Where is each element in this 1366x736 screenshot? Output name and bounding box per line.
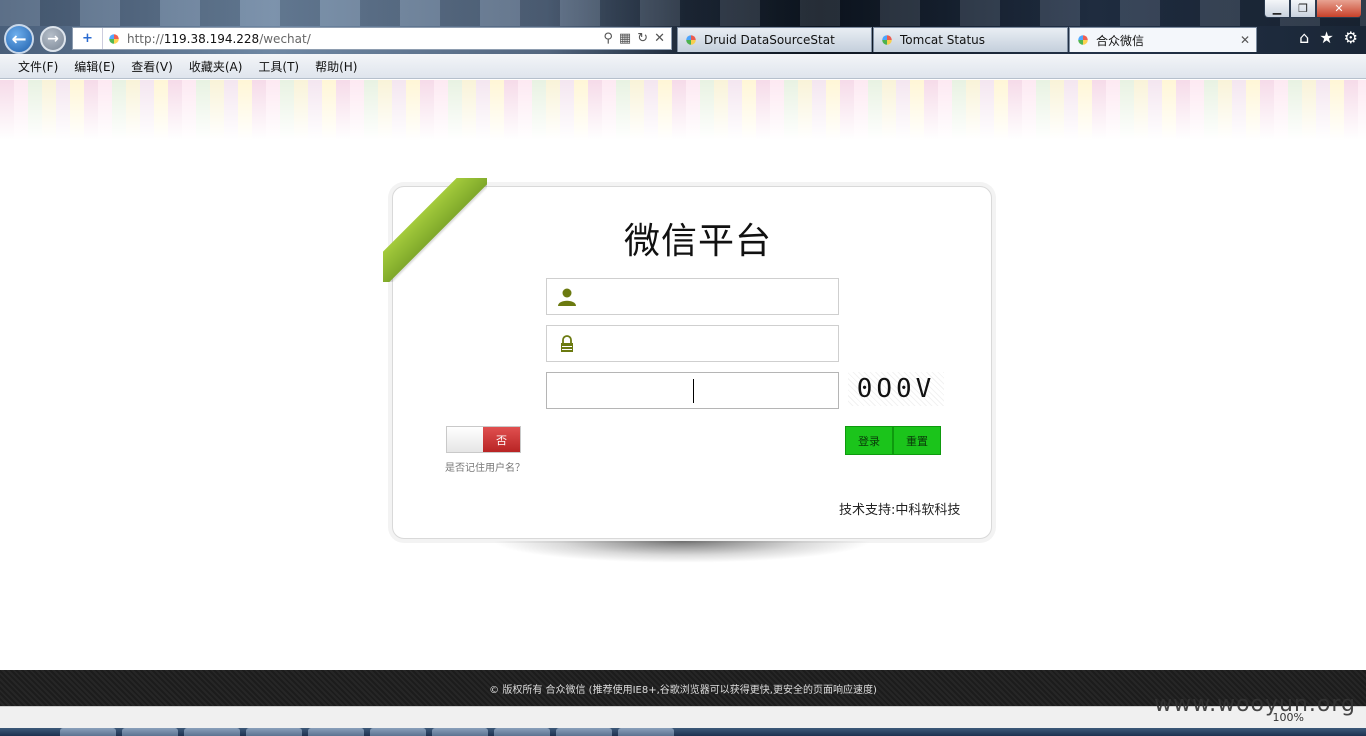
toggle-knob xyxy=(447,427,483,452)
taskbar-item[interactable] xyxy=(556,728,612,736)
remember-username-toggle[interactable]: 否 xyxy=(446,426,521,453)
text-caret xyxy=(693,379,694,403)
taskbar-item[interactable] xyxy=(246,728,302,736)
tech-support-text: 技术支持:中科软科技 xyxy=(839,503,961,518)
menu-tools[interactable]: 工具(T) xyxy=(250,58,307,75)
page-header-banner xyxy=(0,80,1366,140)
watermark-text: www.wooyun.org xyxy=(1154,692,1356,717)
captcha-input[interactable] xyxy=(557,373,832,408)
menu-edit[interactable]: 编辑(E) xyxy=(66,58,123,75)
taskbar-item[interactable] xyxy=(494,728,550,736)
page-title: 微信平台 xyxy=(623,221,772,262)
taskbar-item[interactable] xyxy=(432,728,488,736)
tab-favicon-icon xyxy=(1076,33,1090,47)
menu-file[interactable]: 文件(F) xyxy=(10,58,66,75)
menu-favorites[interactable]: 收藏夹(A) xyxy=(181,58,251,75)
tab-wechat[interactable]: 合众微信 ✕ xyxy=(1069,27,1257,52)
stop-icon[interactable]: ✕ xyxy=(654,31,665,46)
remember-username-hint: 是否记住用户名？ xyxy=(445,463,525,474)
taskbar-item[interactable] xyxy=(618,728,674,736)
username-field[interactable] xyxy=(546,278,839,315)
card-shadow xyxy=(492,541,872,563)
tab-favicon-icon xyxy=(684,33,698,47)
home-icon[interactable]: ⌂ xyxy=(1299,28,1309,47)
url-path: /wechat/ xyxy=(259,31,311,46)
tab-label: Tomcat Status xyxy=(900,33,986,47)
restore-button[interactable]: ❐ xyxy=(1290,0,1316,18)
username-input[interactable] xyxy=(581,279,831,314)
arrow-left-icon: ← xyxy=(11,28,27,50)
reset-button[interactable]: 重置 xyxy=(893,426,941,455)
site-favicon-icon xyxy=(107,32,121,46)
login-button[interactable]: 登录 xyxy=(845,426,893,455)
password-input[interactable] xyxy=(581,326,831,361)
arrow-right-icon: → xyxy=(47,31,59,47)
captcha-field[interactable] xyxy=(546,372,839,409)
address-tools: ⚲ ▦ ↻ ✕ xyxy=(603,31,671,46)
favorites-star-icon[interactable]: ★ xyxy=(1319,28,1333,47)
titlebar-background xyxy=(0,0,1366,26)
refresh-icon[interactable]: ↻ xyxy=(637,31,648,46)
menu-help[interactable]: 帮助(H) xyxy=(307,58,365,75)
os-taskbar xyxy=(0,728,1366,736)
tab-strip: Druid DataSourceStat Tomcat Status 合众微信 … xyxy=(677,27,1258,52)
tab-label: 合众微信 xyxy=(1096,33,1145,48)
tab-favicon-icon xyxy=(880,33,894,47)
minimize-button[interactable]: ▁ xyxy=(1264,0,1290,18)
captcha-image[interactable]: 0O0V xyxy=(848,372,944,406)
search-icon[interactable]: ⚲ xyxy=(603,31,613,46)
url-text[interactable]: http://119.38.194.228/wechat/ xyxy=(127,32,603,46)
compat-view-icon[interactable]: ▦ xyxy=(619,31,631,46)
taskbar-item[interactable] xyxy=(370,728,426,736)
back-button[interactable]: ← xyxy=(4,24,34,54)
close-tab-icon[interactable]: ✕ xyxy=(1240,33,1250,47)
toggle-state-label: 否 xyxy=(483,427,520,452)
tab-tomcat[interactable]: Tomcat Status xyxy=(873,27,1068,52)
url-host: 119.38.194.228 xyxy=(163,31,260,46)
user-icon xyxy=(558,288,576,306)
menu-view[interactable]: 查看(V) xyxy=(123,58,181,75)
taskbar-item[interactable] xyxy=(308,728,364,736)
browser-toolbar: ⌂ ★ ⚙ xyxy=(1299,28,1358,47)
lock-icon xyxy=(561,335,573,352)
url-scheme: http:// xyxy=(127,31,164,46)
taskbar-item[interactable] xyxy=(184,728,240,736)
close-window-button[interactable]: ✕ xyxy=(1316,0,1362,18)
compatibility-icon[interactable]: + xyxy=(73,28,103,49)
taskbar-item[interactable] xyxy=(60,728,116,736)
forward-button[interactable]: → xyxy=(40,26,66,52)
menu-bar: 文件(F) 编辑(E) 查看(V) 收藏夹(A) 工具(T) 帮助(H) xyxy=(0,54,1366,79)
copyright-text: © 版权所有 合众微信 (推荐使用IE8+,谷歌浏览器可以获得更快,更安全的页面… xyxy=(489,684,877,696)
window-controls: ▁ ❐ ✕ xyxy=(1264,0,1362,18)
password-field[interactable] xyxy=(546,325,839,362)
address-bar[interactable]: + http://119.38.194.228/wechat/ ⚲ ▦ ↻ ✕ xyxy=(72,27,672,50)
gear-icon[interactable]: ⚙ xyxy=(1344,28,1358,47)
tab-druid[interactable]: Druid DataSourceStat xyxy=(677,27,872,52)
tab-label: Druid DataSourceStat xyxy=(704,33,835,47)
taskbar-item[interactable] xyxy=(122,728,178,736)
